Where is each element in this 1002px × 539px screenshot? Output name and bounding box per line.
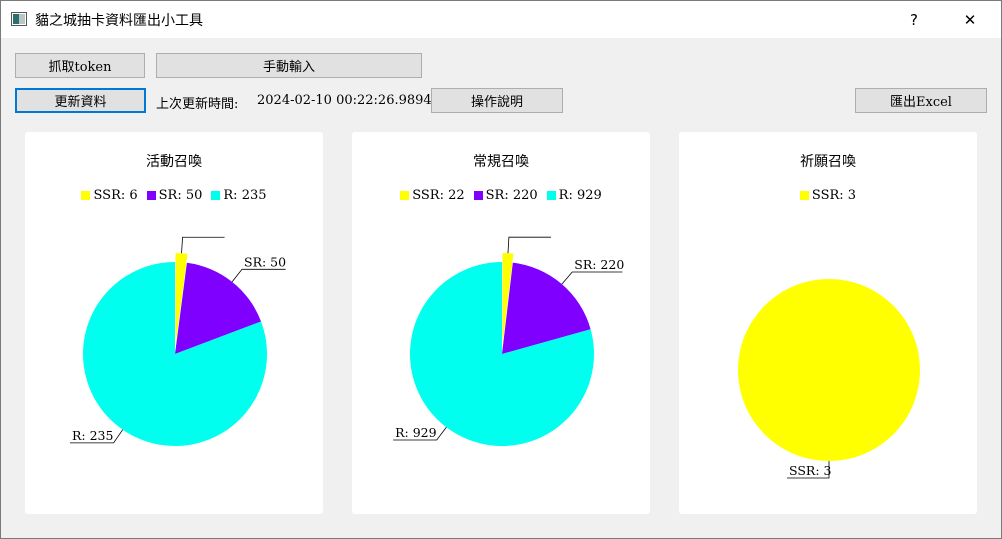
pie-chart: SR: 50 R: 235 xyxy=(70,236,286,446)
slice-label: R: 929 xyxy=(395,425,437,440)
export-excel-button[interactable]: 匯出Excel xyxy=(855,88,987,113)
slice-callout-line xyxy=(561,271,623,285)
fetch-token-button[interactable]: 抓取token xyxy=(15,53,145,78)
window-title: 貓之城抽卡資料匯出小工具 xyxy=(35,13,203,29)
last-update-value: 2024-02-10 00:22:26.989451 xyxy=(257,93,449,108)
instructions-button[interactable]: 操作說明 xyxy=(431,88,563,113)
slice-label: SSR: 3 xyxy=(789,463,832,478)
pie-chart: SR: 220 R: 929 xyxy=(393,236,624,446)
app-icon xyxy=(11,12,27,26)
update-data-button[interactable]: 更新資料 xyxy=(15,88,146,113)
manual-input-button[interactable]: 手動輸入 xyxy=(156,53,422,78)
app-window: 貓之城抽卡資料匯出小工具 ? ✕ 抓取token 手動輸入 更新資料 上次更新時… xyxy=(0,0,1002,539)
slice-callout-line xyxy=(507,236,551,254)
wish-summon-panel: 祈願召喚 SSR: 3 SSR: 3 xyxy=(679,132,977,514)
pie-slice-ssr xyxy=(738,279,920,461)
close-button[interactable]: ✕ xyxy=(947,1,993,38)
title-bar: 貓之城抽卡資料匯出小工具 ? ✕ xyxy=(1,1,1001,38)
help-button[interactable]: ? xyxy=(891,1,937,38)
slice-label: SR: 220 xyxy=(574,257,624,272)
slice-callout-line xyxy=(231,268,286,283)
slice-label: R: 235 xyxy=(72,428,113,443)
slice-label: SR: 50 xyxy=(244,254,286,269)
pie-chart: SSR: 3 xyxy=(738,279,920,479)
last-update-label: 上次更新時間: xyxy=(156,97,239,112)
regular-summon-panel: 常規召喚 SSR: 22 SR: 220 R: 929 SR: 220 R: 929 xyxy=(352,132,650,514)
event-summon-panel: 活動召喚 SSR: 6 SR: 50 R: 235 SR: 50 R: 235 xyxy=(25,132,323,514)
slice-callout-line xyxy=(181,236,225,254)
